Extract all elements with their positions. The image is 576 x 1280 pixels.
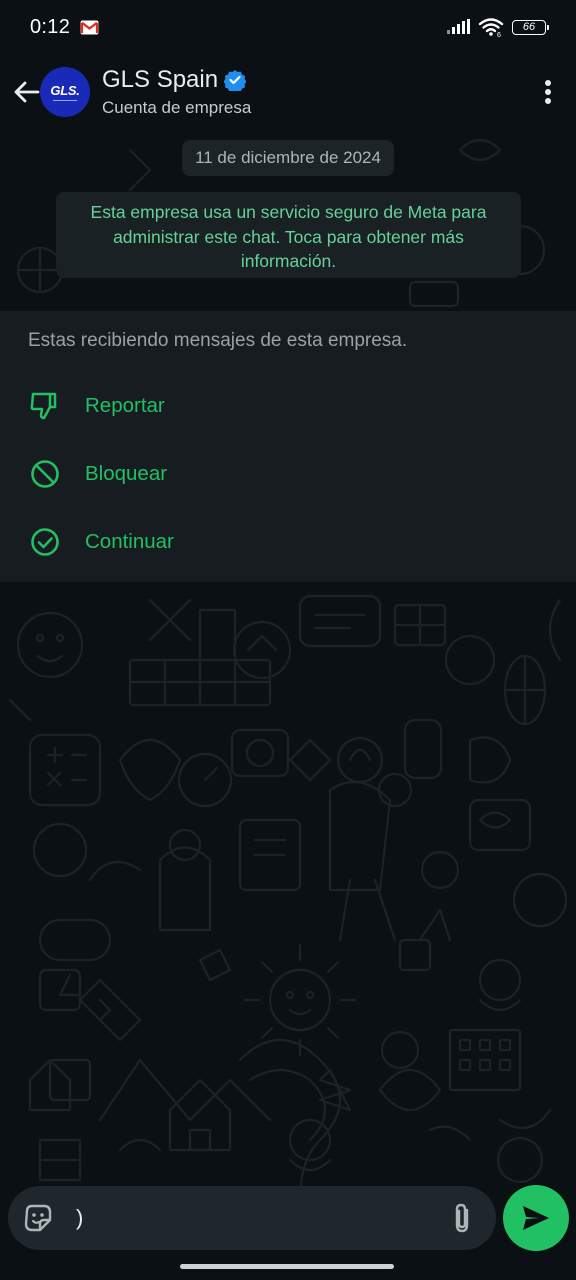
verified-badge-icon — [224, 70, 247, 91]
sticker-icon — [24, 1204, 52, 1232]
more-options-button[interactable] — [538, 72, 558, 112]
continue-button[interactable]: Continuar — [28, 520, 174, 564]
svg-text:6: 6 — [497, 32, 501, 37]
block-label: Bloquear — [85, 462, 168, 485]
wifi-icon: 6 — [478, 18, 504, 37]
battery-level: 66 — [522, 21, 536, 33]
report-button[interactable]: Reportar — [28, 384, 165, 428]
block-button[interactable]: Bloquear — [28, 452, 167, 496]
more-vert-icon — [545, 80, 551, 104]
gesture-navigation-bar[interactable] — [180, 1264, 394, 1269]
chat-header: GLS. GLS Spain Cuenta de empresa — [0, 54, 576, 130]
avatar-logo-text: GLS. — [50, 83, 80, 98]
send-button[interactable] — [503, 1185, 569, 1251]
avatar-logo-underline — [53, 100, 77, 101]
thumbs-down-icon — [30, 392, 57, 420]
continue-label: Continuar — [85, 530, 174, 553]
message-composer — [8, 1186, 496, 1250]
contact-info[interactable]: GLS Spain Cuenta de empresa — [102, 66, 251, 118]
date-chip: 11 de diciembre de 2024 — [182, 140, 394, 176]
sticker-button[interactable] — [18, 1198, 58, 1238]
cell-signal-icon — [447, 19, 470, 34]
back-arrow-icon — [14, 81, 40, 103]
contact-subtitle: Cuenta de empresa — [102, 98, 252, 117]
business-action-panel: Estas recibiendo mensajes de esta empres… — [0, 311, 576, 582]
send-icon — [523, 1206, 549, 1230]
attach-button[interactable] — [442, 1198, 482, 1238]
status-time: 0:12 — [30, 15, 71, 38]
message-input[interactable] — [76, 1205, 442, 1231]
security-notice[interactable]: Esta empresa usa un servicio seguro de M… — [56, 192, 521, 278]
contact-name: GLS Spain — [102, 66, 219, 93]
block-icon — [31, 460, 59, 488]
report-label: Reportar — [85, 394, 165, 417]
avatar[interactable]: GLS. — [40, 67, 90, 117]
gmail-icon — [80, 19, 99, 35]
paperclip-icon — [455, 1203, 469, 1233]
status-bar: 0:12 6 66 — [0, 0, 576, 54]
check-circle-icon — [31, 528, 59, 556]
status-icons: 6 66 — [446, 17, 549, 37]
business-panel-message: Estas recibiendo mensajes de esta empres… — [28, 330, 408, 351]
battery-indicator: 66 — [512, 19, 549, 35]
